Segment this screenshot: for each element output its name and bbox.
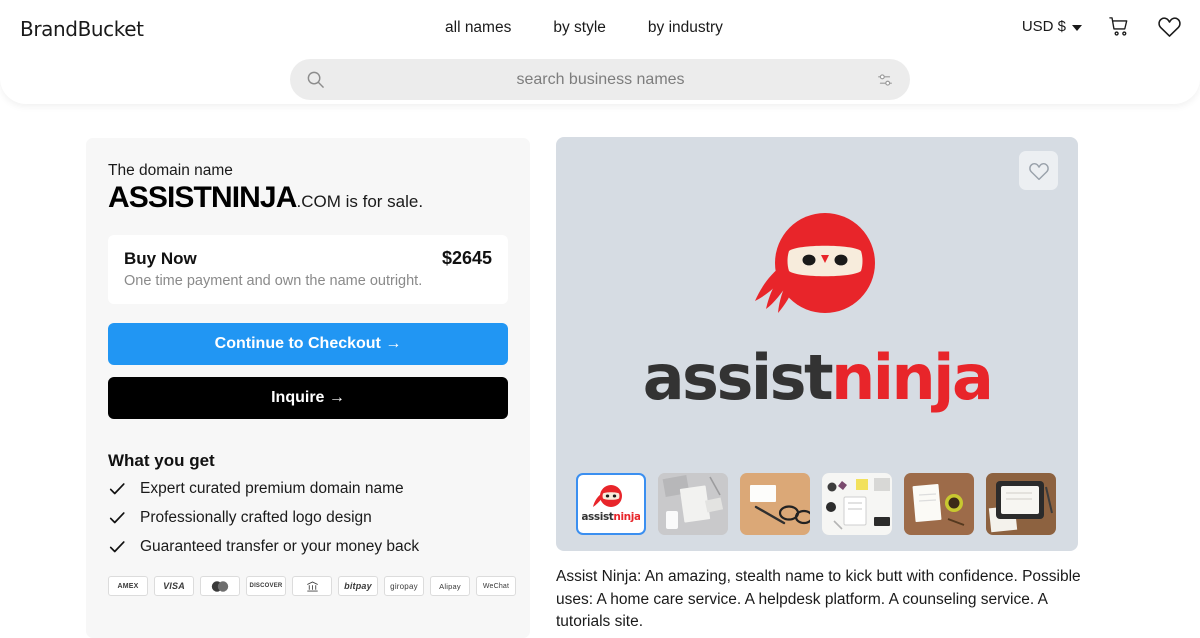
nav-item-by-style[interactable]: by style bbox=[553, 19, 606, 37]
wishlist-heart-icon[interactable] bbox=[1157, 15, 1182, 38]
thumbnail-logo-art: assistninja bbox=[582, 485, 640, 523]
price-value: $2645 bbox=[441, 248, 492, 268]
domain-tld-text: .COM is for sale. bbox=[296, 192, 424, 211]
payment-badge-mastercard bbox=[200, 576, 240, 596]
thumbnail-strip: assistninja bbox=[576, 473, 1056, 535]
domain-name: ASSISTNINJA bbox=[108, 181, 297, 214]
benefit-label: Professionally crafted logo design bbox=[140, 509, 372, 526]
domain-pretext: The domain name bbox=[108, 162, 233, 179]
header-actions: USD $ bbox=[1022, 15, 1182, 38]
thumbnail-mockup-3-art bbox=[822, 473, 892, 535]
main-nav: all names by style by industry bbox=[445, 19, 723, 37]
payment-badge-alipay: Alipay bbox=[430, 576, 470, 596]
what-you-get-title: What you get bbox=[108, 451, 215, 470]
check-icon bbox=[109, 541, 125, 553]
buy-now-label: Buy Now bbox=[124, 249, 197, 268]
payment-badge-giropay: giropay bbox=[384, 576, 424, 596]
site-header: BrandBucket all names by style by indust… bbox=[0, 0, 1200, 59]
thumbnail-mockup-5[interactable] bbox=[986, 473, 1056, 535]
inquire-button[interactable]: Inquire → bbox=[108, 377, 508, 419]
payment-badge-visa: VISA bbox=[154, 576, 194, 596]
payment-badge-wechat: WeChat bbox=[476, 576, 516, 596]
payment-methods: AMEX VISA DISCOVER bitpay giropay Alipay… bbox=[108, 576, 516, 596]
offer-card: The domain name ASSISTNINJA.COM is for s… bbox=[86, 138, 530, 638]
favorite-button[interactable] bbox=[1019, 151, 1058, 190]
benefit-item: Professionally crafted logo design bbox=[108, 509, 508, 527]
search-icon bbox=[306, 70, 325, 89]
nav-item-all-names[interactable]: all names bbox=[445, 19, 511, 37]
bank-icon bbox=[306, 580, 318, 591]
price-note: One time payment and own the name outrig… bbox=[124, 273, 423, 289]
thumbnail-mockup-4-art bbox=[904, 473, 974, 535]
price-row: Buy Now $2645 bbox=[124, 248, 492, 269]
logo-artwork: assistninja bbox=[556, 199, 1078, 499]
check-icon bbox=[109, 483, 125, 495]
benefit-item: Expert curated premium domain name bbox=[108, 480, 508, 498]
ninja-head-icon bbox=[755, 213, 875, 313]
chevron-down-icon bbox=[1072, 24, 1082, 31]
benefit-label: Guaranteed transfer or your money back bbox=[140, 538, 420, 555]
continue-to-checkout-button[interactable]: Continue to Checkout → bbox=[108, 323, 508, 365]
payment-badge-bitpay: bitpay bbox=[338, 576, 378, 596]
search-input[interactable] bbox=[325, 70, 876, 89]
search-bar[interactable] bbox=[290, 59, 910, 100]
nav-item-by-industry[interactable]: by industry bbox=[648, 19, 723, 37]
payment-badge-bank bbox=[292, 576, 332, 596]
cart-icon[interactable] bbox=[1108, 15, 1131, 38]
logo-wordmark: assistninja bbox=[642, 341, 994, 414]
domain-headline: ASSISTNINJA.COM is for sale. bbox=[108, 181, 508, 215]
wordmark-assist: assist bbox=[642, 341, 834, 414]
benefit-item: Guaranteed transfer or your money back bbox=[108, 538, 508, 556]
thumbnail-logo[interactable]: assistninja bbox=[576, 473, 646, 535]
price-card: Buy Now $2645 One time payment and own t… bbox=[108, 235, 508, 304]
mastercard-icon bbox=[211, 580, 229, 592]
currency-selector[interactable]: USD $ bbox=[1022, 18, 1082, 35]
thumbnail-mockup-5-art bbox=[986, 473, 1056, 535]
thumbnail-mockup-2-art bbox=[740, 473, 810, 535]
brandbucket-logo[interactable]: BrandBucket bbox=[20, 17, 144, 41]
thumbnail-mockup-3[interactable] bbox=[822, 473, 892, 535]
payment-badge-amex: AMEX bbox=[108, 576, 148, 596]
thumbnail-mockup-1[interactable] bbox=[658, 473, 728, 535]
check-icon bbox=[109, 512, 125, 524]
sliders-filter-icon[interactable] bbox=[876, 71, 894, 89]
heart-outline-icon bbox=[1028, 162, 1049, 180]
thumbnail-mockup-4[interactable] bbox=[904, 473, 974, 535]
benefit-label: Expert curated premium domain name bbox=[140, 480, 404, 497]
name-description: Assist Ninja: An amazing, stealth name t… bbox=[556, 568, 1081, 630]
svg-text:assistninja: assistninja bbox=[582, 511, 640, 523]
currency-label: USD $ bbox=[1021, 18, 1066, 35]
payment-badge-discover: DISCOVER bbox=[246, 576, 286, 596]
thumbnail-mockup-1-art bbox=[658, 473, 728, 535]
thumbnail-mockup-2[interactable] bbox=[740, 473, 810, 535]
wordmark-ninja: ninja bbox=[831, 341, 994, 414]
logo-preview-panel: assistninja assistninja bbox=[556, 137, 1078, 551]
